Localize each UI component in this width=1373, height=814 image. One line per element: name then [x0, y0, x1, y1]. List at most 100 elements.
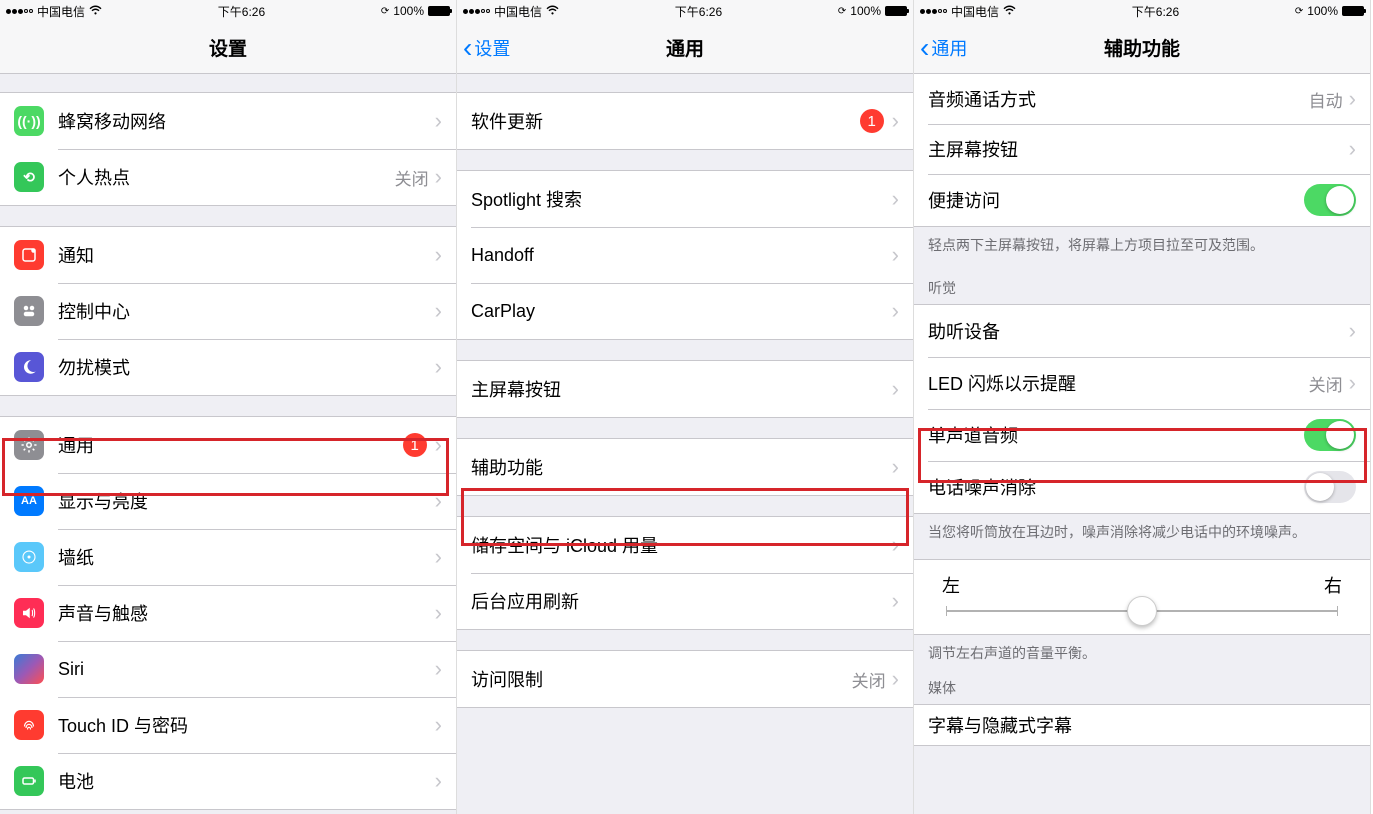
row-display[interactable]: AA 显示与亮度 ›: [0, 473, 456, 529]
status-time: 下午6:26: [675, 3, 722, 20]
touchid-icon: [14, 710, 44, 740]
sounds-icon: [14, 598, 44, 628]
chevron-icon: ›: [892, 186, 899, 212]
hotspot-value: 关闭: [395, 165, 429, 190]
balance-slider[interactable]: [946, 610, 1338, 612]
row-home-button[interactable]: 主屏幕按钮 ›: [457, 361, 913, 417]
battery-percent: 100%: [393, 4, 424, 18]
chevron-icon: ›: [1349, 136, 1356, 162]
row-sounds[interactable]: 声音与触感 ›: [0, 585, 456, 641]
battery-label: 电池: [58, 768, 435, 794]
row-siri[interactable]: Siri ›: [0, 641, 456, 697]
status-bar: 中国电信 下午6:26 ⟳ 100%: [457, 0, 913, 22]
row-spotlight[interactable]: Spotlight 搜索 ›: [457, 171, 913, 227]
wifi-icon: [1003, 5, 1016, 18]
chevron-icon: ›: [1349, 86, 1356, 112]
wifi-icon: [89, 5, 102, 18]
row-control-center[interactable]: 控制中心 ›: [0, 283, 456, 339]
notifications-icon: [14, 240, 44, 270]
screen-settings: 中国电信 下午6:26 ⟳ 100% 设置 ((·)) 蜂窝移动网络 › ⟲ 个…: [0, 0, 457, 814]
noise-cancel-label: 电话噪声消除: [928, 474, 1304, 500]
nav-bar: 设置: [0, 22, 456, 74]
hotspot-icon: ⟲: [14, 162, 44, 192]
battery-icon: [885, 6, 907, 16]
balance-left-label: 左: [942, 572, 960, 598]
reachability-toggle[interactable]: [1304, 184, 1356, 216]
restrictions-value: 关闭: [852, 667, 886, 692]
row-mono-audio[interactable]: 单声道音频: [914, 409, 1370, 461]
home-button-label-3: 主屏幕按钮: [928, 136, 1349, 162]
screen-general: 中国电信 下午6:26 ⟳ 100% ‹ 设置 通用 软件更新 1 › Spot…: [457, 0, 914, 814]
row-subtitles[interactable]: 字幕与隐藏式字幕: [914, 705, 1370, 745]
chevron-icon: ›: [892, 108, 899, 134]
siri-icon: [14, 654, 44, 684]
chevron-icon: ›: [892, 454, 899, 480]
chevron-icon: ›: [1349, 370, 1356, 396]
row-notifications[interactable]: 通知 ›: [0, 227, 456, 283]
led-flash-value: 关闭: [1309, 371, 1343, 396]
siri-label: Siri: [58, 659, 435, 680]
row-storage[interactable]: 储存空间与 iCloud 用量 ›: [457, 517, 913, 573]
noise-cancel-toggle[interactable]: [1304, 471, 1356, 503]
chevron-left-icon: ‹: [920, 34, 929, 62]
background-refresh-label: 后台应用刷新: [471, 588, 892, 614]
row-hotspot[interactable]: ⟲ 个人热点 关闭 ›: [0, 149, 456, 205]
carrier-label: 中国电信: [494, 3, 542, 20]
nav-bar: ‹ 通用 辅助功能: [914, 22, 1370, 74]
row-handoff[interactable]: Handoff ›: [457, 227, 913, 283]
row-call-audio[interactable]: 音频通话方式 自动 ›: [914, 74, 1370, 124]
battery-percent: 100%: [850, 4, 881, 18]
sounds-label: 声音与触感: [58, 600, 435, 626]
cellular-icon: ((·)): [14, 106, 44, 136]
hearing-devices-label: 助听设备: [928, 318, 1349, 344]
row-noise-cancel[interactable]: 电话噪声消除: [914, 461, 1370, 513]
page-title: 通用: [666, 34, 704, 61]
page-title: 辅助功能: [1104, 34, 1180, 61]
display-label: 显示与亮度: [58, 488, 435, 514]
carrier-label: 中国电信: [37, 3, 85, 20]
back-button[interactable]: ‹ 通用: [920, 22, 967, 73]
row-dnd[interactable]: 勿扰模式 ›: [0, 339, 456, 395]
chevron-icon: ›: [435, 544, 442, 570]
back-label: 通用: [931, 35, 967, 61]
wifi-icon: [546, 5, 559, 18]
chevron-icon: ›: [435, 298, 442, 324]
status-time: 下午6:26: [1132, 3, 1179, 20]
spotlight-label: Spotlight 搜索: [471, 186, 892, 212]
slider-knob[interactable]: [1127, 596, 1157, 626]
row-wallpaper[interactable]: 墙纸 ›: [0, 529, 456, 585]
back-button[interactable]: ‹ 设置: [463, 22, 510, 73]
row-carplay[interactable]: CarPlay ›: [457, 283, 913, 339]
battery-icon: [428, 6, 450, 16]
row-battery[interactable]: 电池 ›: [0, 753, 456, 809]
cellular-label: 蜂窝移动网络: [58, 108, 435, 134]
row-home-button-3[interactable]: 主屏幕按钮 ›: [914, 124, 1370, 174]
chevron-icon: ›: [435, 712, 442, 738]
general-badge: 1: [403, 433, 427, 457]
subtitles-label: 字幕与隐藏式字幕: [928, 712, 1356, 738]
gear-icon: [14, 430, 44, 460]
row-background-refresh[interactable]: 后台应用刷新 ›: [457, 573, 913, 629]
row-touchid[interactable]: Touch ID 与密码 ›: [0, 697, 456, 753]
noise-cancel-footer: 当您将听筒放在耳边时，噪声消除将减少电话中的环境噪声。: [914, 514, 1370, 547]
balance-footer: 调节左右声道的音量平衡。: [914, 635, 1370, 668]
row-led-flash[interactable]: LED 闪烁以示提醒 关闭 ›: [914, 357, 1370, 409]
mono-audio-toggle[interactable]: [1304, 419, 1356, 451]
row-restrictions[interactable]: 访问限制 关闭 ›: [457, 651, 913, 707]
row-software-update[interactable]: 软件更新 1 ›: [457, 93, 913, 149]
notifications-label: 通知: [58, 242, 435, 268]
row-hearing-devices[interactable]: 助听设备 ›: [914, 305, 1370, 357]
page-title: 设置: [209, 34, 247, 61]
row-accessibility[interactable]: 辅助功能 ›: [457, 439, 913, 495]
orientation-lock-icon: ⟳: [1295, 6, 1303, 17]
row-cellular[interactable]: ((·)) 蜂窝移动网络 ›: [0, 93, 456, 149]
row-reachability[interactable]: 便捷访问: [914, 174, 1370, 226]
software-update-label: 软件更新: [471, 108, 860, 134]
back-label: 设置: [474, 35, 510, 61]
chevron-icon: ›: [435, 242, 442, 268]
chevron-icon: ›: [435, 488, 442, 514]
signal-dots-icon: [463, 9, 490, 14]
chevron-icon: ›: [892, 242, 899, 268]
row-general[interactable]: 通用 1 ›: [0, 417, 456, 473]
control-center-label: 控制中心: [58, 298, 435, 324]
